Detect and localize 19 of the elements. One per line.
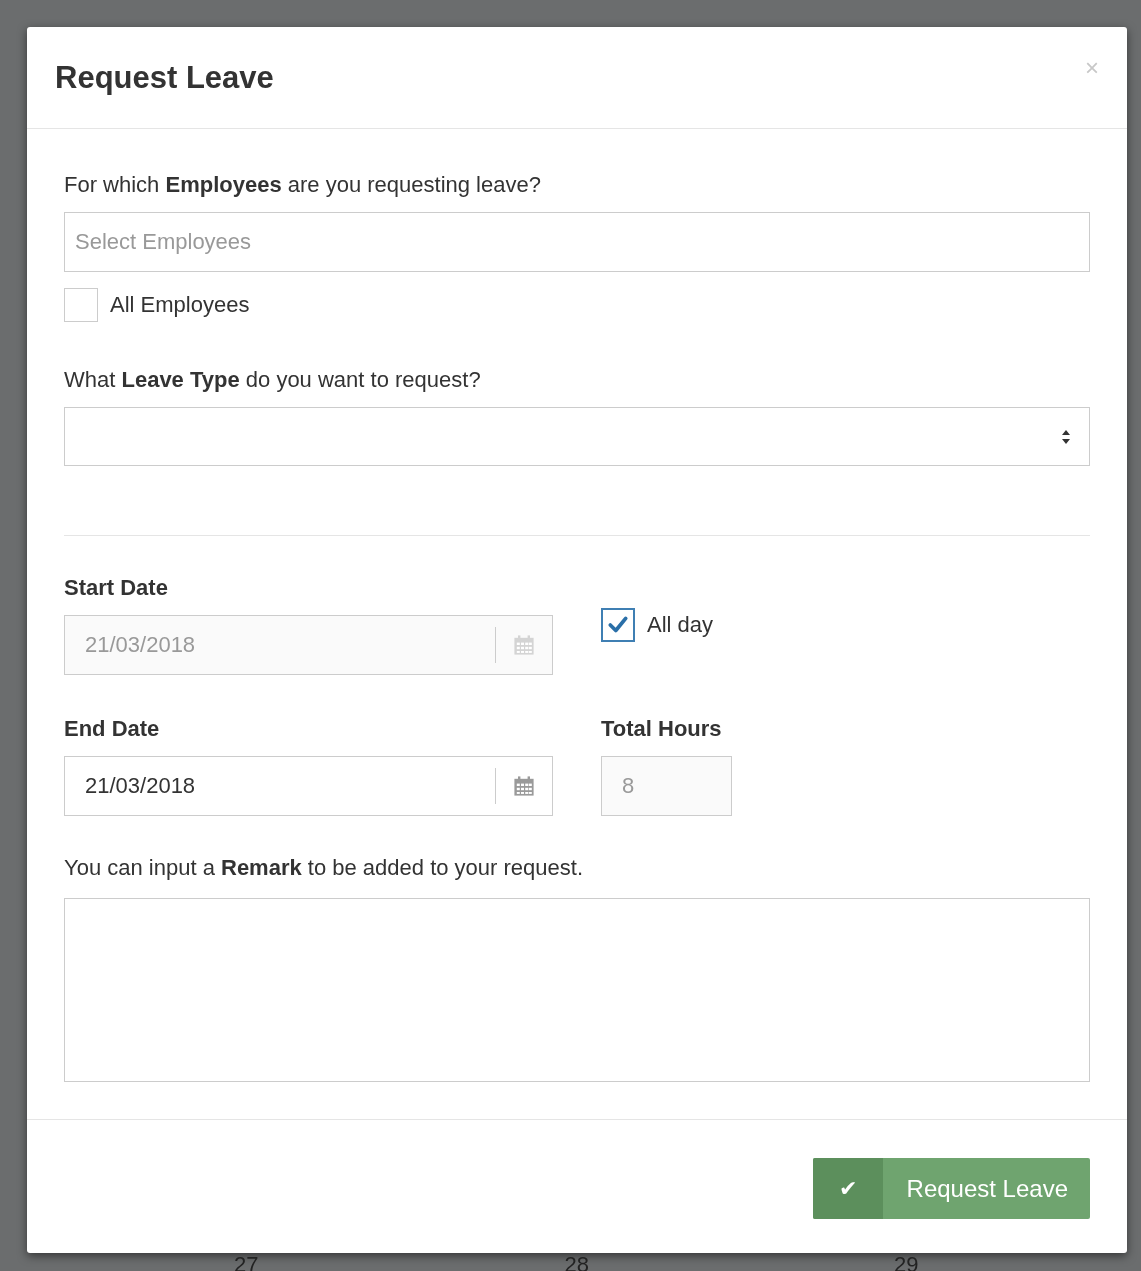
leave-type-select[interactable]	[64, 407, 1090, 466]
field-label: Total Hours	[601, 715, 723, 743]
checkbox-label: All Employees	[110, 292, 250, 318]
dialog-title: Request Leave	[55, 59, 274, 96]
date-field: 21/03/2018	[64, 615, 553, 675]
field-label: You can input a Remark to be added to your request.	[64, 854, 585, 882]
check-icon: ✔	[812, 1158, 883, 1219]
request-leave-button[interactable]: ✔ Request Leave	[812, 1158, 1090, 1219]
checkbox[interactable]	[601, 608, 635, 642]
checkbox-label: All day	[647, 612, 714, 638]
field-label: What Leave Type do you want to request?	[64, 366, 482, 394]
field-label: For which Employees are you requesting leave?	[64, 171, 542, 199]
checkbox[interactable]	[64, 288, 98, 322]
date-field[interactable]: 21/03/2018	[64, 756, 553, 816]
employee-select-field[interactable]: Select Employees	[64, 212, 1090, 272]
field-label: Start Date	[64, 574, 169, 602]
hours-field: 8	[601, 756, 732, 816]
remark-textarea[interactable]	[64, 898, 1090, 1082]
field-label: End Date	[64, 715, 161, 743]
